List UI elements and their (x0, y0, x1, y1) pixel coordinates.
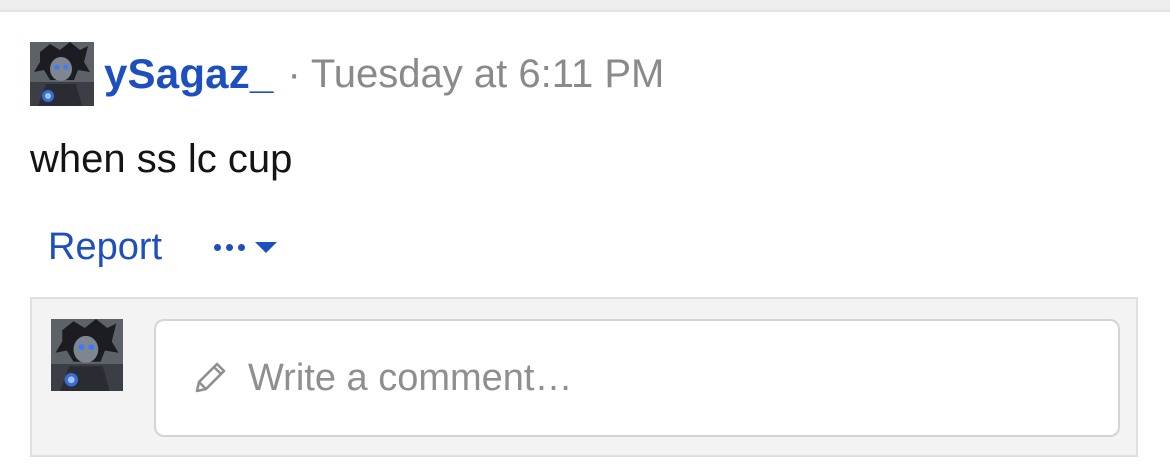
commenter-avatar-image (51, 319, 123, 391)
author-username[interactable]: ySagaz_ (104, 53, 274, 95)
avatar[interactable] (30, 42, 94, 106)
post-header: ySagaz_ · Tuesday at 6:11 PM (30, 42, 664, 106)
comment-input[interactable]: Write a comment… (154, 319, 1120, 437)
pencil-icon (195, 362, 226, 393)
avatar-image (30, 42, 94, 106)
more-options-menu[interactable] (214, 241, 278, 253)
post-timestamp[interactable]: Tuesday at 6:11 PM (311, 54, 665, 94)
report-link[interactable]: Report (48, 228, 162, 266)
comment-placeholder: Write a comment… (248, 357, 573, 399)
chevron-down-icon (255, 241, 278, 253)
commenter-avatar (51, 319, 123, 391)
more-dots-icon (214, 243, 246, 251)
post-container: ySagaz_ · Tuesday at 6:11 PM when ss lc … (0, 12, 1170, 469)
post-actions: Report (48, 224, 278, 270)
comment-box: Write a comment… (30, 297, 1138, 457)
meta-separator: · (287, 52, 301, 96)
top-divider (0, 0, 1170, 12)
post-body: when ss lc cup (30, 137, 293, 181)
